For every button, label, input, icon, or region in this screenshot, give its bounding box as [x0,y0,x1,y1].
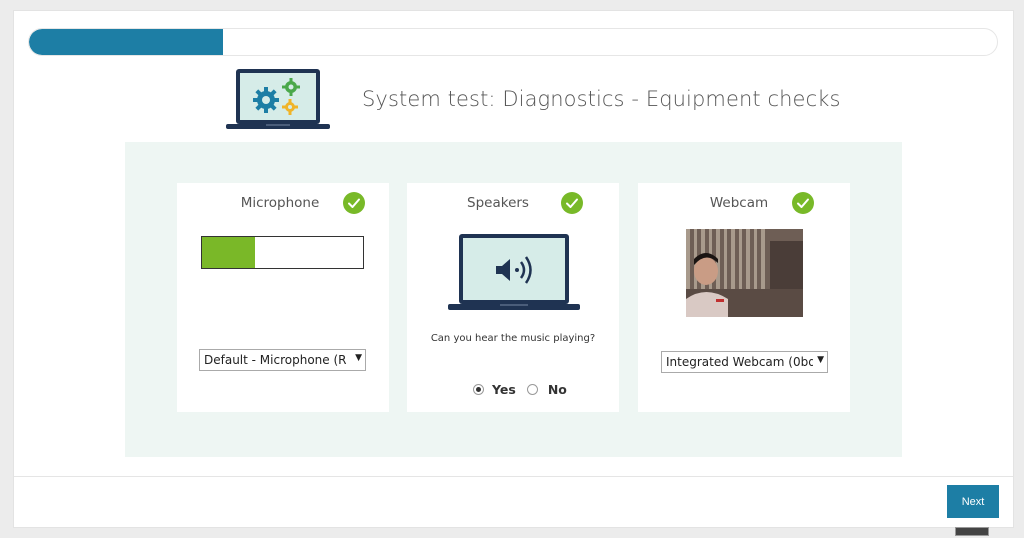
laptop-gears-icon [226,69,330,129]
microphone-level-meter [201,236,364,269]
no-label[interactable]: No [548,382,567,397]
check-icon [343,192,365,214]
microphone-select[interactable]: Default - Microphone (R ▼ [199,349,366,371]
system-test-card: System test: Diagnostics - Equipment che… [13,10,1014,528]
chevron-down-icon: ▼ [355,353,362,363]
yes-radio[interactable] [473,384,484,395]
chevron-down-icon: ▼ [817,355,824,365]
speaker-answer-group: Yes No [473,382,567,397]
webcam-select[interactable]: Integrated Webcam (0bd ▼ [661,351,828,373]
progress-bar [28,28,998,56]
laptop-speaker-icon [448,234,580,310]
microphone-select-value: Default - Microphone (R [204,353,347,367]
webcam-title: Webcam [709,195,769,211]
speaker-question: Can you hear the music playing? [430,333,596,344]
webcam-select-value: Integrated Webcam (0bd [666,355,813,369]
radio-dot [476,387,481,392]
page-title: System test: Diagnostics - Equipment che… [362,87,841,111]
next-button[interactable]: Next [947,485,999,518]
webcam-box: Webcam Integrated Webcam (0bd ▼ [638,183,850,412]
speakers-title: Speakers [467,195,529,211]
webcam-preview [686,229,803,317]
microphone-level-fill [202,237,256,268]
microphone-box: Microphone Default - Microphone (R ▼ [177,183,389,412]
footer-divider [14,476,1013,477]
speakers-box: Speakers Can you hear the music playing?… [407,183,619,412]
footer-badge [955,527,989,536]
check-icon [561,192,583,214]
no-radio[interactable] [526,384,538,395]
equipment-panel: Microphone Default - Microphone (R ▼ Spe… [125,142,902,457]
yes-label[interactable]: Yes [492,382,516,397]
check-icon [792,192,814,214]
progress-fill [29,29,223,55]
